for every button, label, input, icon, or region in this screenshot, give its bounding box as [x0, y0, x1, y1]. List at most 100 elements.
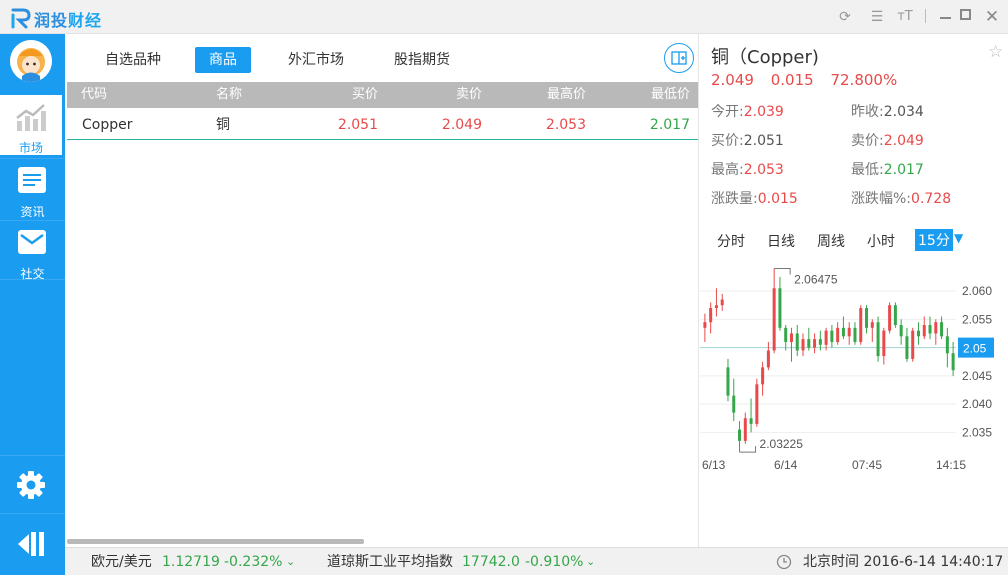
chart-tab-hourly[interactable]: 小时 — [867, 231, 895, 251]
sidebar-item-market[interactable]: 市场 — [0, 95, 65, 155]
expand-panel-button[interactable] — [664, 43, 694, 73]
app-title: 润投财经 — [34, 11, 103, 30]
candle-body — [916, 330, 920, 337]
chart-tab-timeshare[interactable]: 分时 — [717, 231, 745, 251]
avatar[interactable] — [10, 40, 52, 82]
candle-body — [928, 325, 932, 334]
star-icon[interactable]: ☆ — [988, 42, 1003, 62]
candle-body — [703, 322, 707, 328]
open-value: 2.039 — [743, 104, 784, 120]
chevron-down-icon[interactable]: ▼ — [954, 231, 963, 245]
tab-forex[interactable]: 外汇市场 — [274, 47, 358, 73]
chevron-down-icon[interactable]: ⌄ — [286, 548, 295, 576]
col-header-bid[interactable]: 买价 — [352, 82, 378, 108]
high-value: 2.053 — [743, 162, 784, 178]
prev-close-value: 2.034 — [883, 104, 924, 120]
ticker1-name: 欧元/美元 — [91, 554, 152, 570]
candle-body — [841, 327, 845, 337]
candle-body — [813, 339, 817, 348]
max-label: 2.06475 — [794, 272, 838, 286]
bid-label: 买价: — [711, 133, 744, 149]
candle-body — [893, 305, 897, 325]
quote-title: 铜（Copper) — [711, 47, 819, 68]
candle-body — [899, 325, 903, 337]
title-bar — [0, 0, 1008, 34]
settings-button[interactable] — [0, 455, 65, 513]
current-price-label: 2.05 — [963, 342, 987, 356]
chart-tab-15min[interactable]: 15分 — [915, 229, 953, 251]
candle-body — [888, 305, 892, 331]
cell-bid: 2.051 — [337, 117, 378, 133]
sidebar-item-label: 社交 — [20, 267, 45, 281]
maximize-icon[interactable] — [960, 9, 971, 20]
cell-ask: 2.049 — [441, 117, 482, 133]
chart-tab-daily[interactable]: 日线 — [767, 231, 795, 251]
tab-watchlist[interactable]: 自选品种 — [91, 47, 175, 73]
titlebar-divider — [925, 9, 926, 23]
candle-body — [830, 330, 834, 342]
tab-index-futures[interactable]: 股指期货 — [380, 47, 464, 73]
refresh-icon[interactable]: ⟳ — [836, 8, 854, 26]
table-header: 代码 名称 买价 卖价 最高价 最低价 — [67, 82, 698, 108]
table-row[interactable]: Copper 铜 2.051 2.049 2.053 2.017 — [67, 110, 698, 140]
app-logo-icon — [11, 8, 31, 29]
y-tick-label: 2.060 — [962, 284, 992, 298]
trend-chart-icon — [16, 104, 46, 131]
prev-close-field: 昨收:2.034 — [851, 101, 924, 121]
quote-price-line: 2.049 0.015 72.800% — [711, 71, 897, 89]
panel-divider — [698, 34, 699, 547]
chevron-down-icon[interactable]: ⌄ — [586, 548, 595, 576]
gear-icon — [17, 471, 45, 499]
font-size-icon[interactable]: тT — [896, 8, 914, 26]
x-tick-label: 6/14 — [774, 458, 798, 472]
candle-body — [865, 308, 869, 328]
quote-change: 0.015 — [770, 71, 814, 89]
clock-text: 北京时间 2016-6-14 14:40:17 — [803, 554, 1004, 570]
col-header-ask[interactable]: 卖价 — [456, 82, 482, 108]
cell-low: 2.017 — [649, 117, 690, 133]
low-label: 最低: — [851, 162, 884, 178]
candle-body — [726, 367, 730, 396]
bid-field: 买价:2.051 — [711, 130, 784, 150]
candle-body — [720, 299, 724, 306]
candle-body — [749, 418, 753, 424]
candle-body — [795, 333, 799, 351]
low-value: 2.017 — [883, 162, 924, 178]
high-field: 最高:2.053 — [711, 159, 784, 179]
ask-label: 卖价: — [851, 133, 884, 149]
candle-body — [922, 325, 926, 337]
candle-body — [784, 327, 788, 342]
horizontal-scrollbar[interactable] — [67, 539, 364, 544]
sidebar-item-label: 市场 — [18, 141, 43, 155]
change-field: 涨跌量:0.015 — [711, 188, 798, 208]
sidebar-item-social[interactable]: 社交 — [0, 220, 65, 281]
col-header-code[interactable]: 代码 — [81, 82, 107, 108]
min-pointer — [739, 446, 757, 453]
candle-body — [882, 330, 886, 357]
col-header-name[interactable]: 名称 — [216, 82, 242, 108]
status-bar: 欧元/美元 1.12719 -0.232% ⌄ 道琼斯工业平均指数 17742.… — [65, 547, 1008, 575]
exit-button[interactable] — [0, 513, 65, 575]
tab-commodities[interactable]: 商品 — [195, 47, 251, 73]
ticker1-price: 1.12719 — [162, 554, 220, 570]
quote-change-pct: 72.800% — [830, 71, 898, 89]
col-header-low[interactable]: 最低价 — [651, 82, 690, 108]
min-label: 2.03225 — [760, 437, 804, 451]
menu-icon[interactable]: ☰ — [868, 8, 886, 26]
cell-code: Copper — [82, 117, 133, 133]
high-label: 最高: — [711, 162, 744, 178]
candle-body — [911, 330, 915, 359]
col-header-high[interactable]: 最高价 — [547, 82, 586, 108]
chart-tab-weekly[interactable]: 周线 — [817, 231, 845, 251]
open-label: 今开: — [711, 104, 744, 120]
candle-body — [853, 327, 857, 342]
candle-body — [766, 350, 770, 368]
candle-body — [818, 339, 822, 345]
close-icon[interactable]: ✕ — [983, 8, 1001, 26]
candle-body — [714, 305, 718, 309]
candle-body — [755, 384, 759, 424]
change-value: 0.015 — [757, 191, 798, 207]
minimize-icon[interactable] — [940, 17, 951, 19]
sidebar-item-news[interactable]: 资讯 — [0, 158, 65, 219]
ask-field: 卖价:2.049 — [851, 130, 924, 150]
